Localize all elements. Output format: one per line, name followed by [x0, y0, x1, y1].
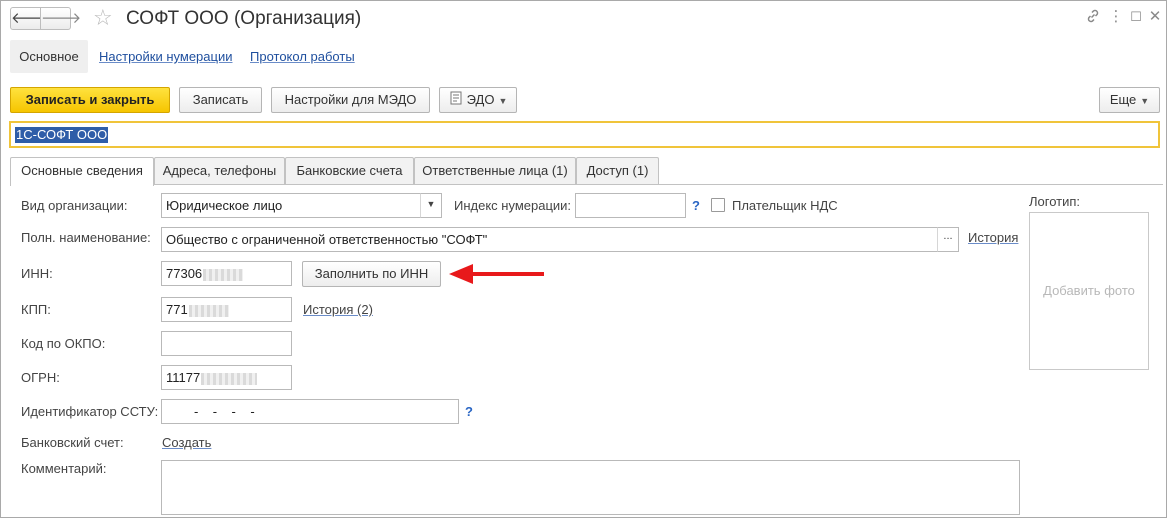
inn-value: 77306	[166, 266, 203, 281]
window-title: СОФТ ООО (Организация)	[126, 8, 362, 29]
medo-settings-button[interactable]: Настройки для МЭДО	[271, 87, 430, 113]
help-icon[interactable]: ?	[692, 198, 700, 214]
window-frame: 🡐 🡒 ☆ СОФТ ООО (Организация) ⋮ ☐ ✕ Основ…	[0, 0, 1167, 518]
logo-image-area[interactable]: Добавить фото	[1029, 212, 1149, 370]
star-icon[interactable]: ☆	[93, 5, 113, 31]
short-name-field[interactable]: 1С-СОФТ ООО	[9, 121, 1160, 148]
save-button[interactable]: Записать	[179, 87, 262, 113]
link-icon[interactable]	[1084, 8, 1102, 29]
chevron-down-icon: ▼	[1140, 96, 1150, 106]
redacted-mark	[201, 372, 258, 385]
sstu-input[interactable]: - - - -	[161, 399, 459, 424]
kpp-label: КПП:	[21, 302, 51, 317]
more-menu-icon[interactable]: ⋮	[1107, 8, 1125, 26]
vat-payer-checkbox[interactable]	[711, 198, 725, 212]
ogrn-label: ОГРН:	[21, 370, 60, 385]
redacted-mark	[203, 268, 244, 281]
kpp-input[interactable]: 771	[161, 297, 292, 322]
comment-textarea[interactable]	[161, 460, 1020, 515]
tab-bank-accounts[interactable]: Банковские счета	[285, 157, 414, 185]
sstu-label: Идентификатор ССТУ:	[21, 404, 159, 419]
add-photo-hint: Добавить фото	[1043, 283, 1135, 298]
short-name-value: 1С-СОФТ ООО	[15, 127, 109, 143]
fill-by-inn-button[interactable]: Заполнить по ИНН	[302, 261, 441, 287]
edo-button[interactable]: ЭДО ▼	[439, 87, 517, 113]
chevron-down-icon[interactable]: ▼	[420, 193, 442, 218]
edo-button-label: ЭДО	[466, 92, 495, 107]
numbering-index-label: Индекс нумерации:	[454, 198, 572, 213]
help-icon[interactable]: ?	[465, 404, 473, 420]
ogrn-value: 11177	[166, 370, 201, 385]
more-button-label: Еще	[1109, 92, 1137, 107]
redacted-mark	[188, 304, 229, 317]
create-bank-account-link[interactable]: Создать	[162, 435, 211, 451]
comment-label: Комментарий:	[21, 461, 107, 476]
inn-label: ИНН:	[21, 266, 53, 281]
more-button[interactable]: Еще ▼	[1099, 87, 1160, 113]
close-icon[interactable]: ✕	[1146, 8, 1164, 26]
arrow-right-icon: 🡒	[41, 10, 82, 27]
numbering-index-input[interactable]	[575, 193, 686, 218]
inn-input[interactable]: 77306	[161, 261, 292, 286]
kpp-value: 771	[166, 302, 188, 317]
vat-payer-label: Плательщик НДС	[732, 198, 838, 213]
forward-button[interactable]: 🡒	[40, 7, 81, 30]
logo-label: Логотип:	[1029, 194, 1081, 209]
tab-addresses[interactable]: Адреса, телефоны	[154, 157, 285, 185]
tab-basic-info[interactable]: Основные сведения	[10, 157, 154, 186]
kpp-history-link[interactable]: История (2)	[303, 302, 373, 318]
tab-responsible-persons[interactable]: Ответственные лица (1)	[414, 157, 576, 185]
section-numbering-link[interactable]: Настройки нумерации	[99, 49, 233, 65]
org-type-label: Вид организации:	[21, 198, 128, 213]
full-name-input[interactable]: Общество с ограниченной ответственностью…	[161, 227, 938, 252]
okpo-input[interactable]	[161, 331, 292, 356]
ogrn-input[interactable]: 11177	[161, 365, 292, 390]
back-button[interactable]: 🡐	[10, 7, 51, 30]
red-arrow-annotation	[449, 264, 544, 284]
bank-account-label: Банковский счет:	[21, 435, 124, 450]
section-log-link[interactable]: Протокол работы	[250, 49, 355, 65]
save-and-close-button[interactable]: Записать и закрыть	[10, 87, 170, 113]
maximize-icon[interactable]: ☐	[1127, 8, 1145, 26]
chevron-down-icon: ▼	[498, 96, 508, 106]
tab-access[interactable]: Доступ (1)	[576, 157, 659, 185]
full-name-label: Полн. наименование:	[21, 230, 151, 245]
edo-doc-icon	[449, 89, 463, 113]
org-type-select[interactable]: Юридическое лицо	[161, 193, 421, 218]
full-name-history-link[interactable]: История	[968, 230, 1018, 246]
section-main[interactable]: Основное	[10, 40, 88, 73]
ellipsis-button[interactable]: ...	[937, 227, 959, 252]
okpo-label: Код по ОКПО:	[21, 336, 106, 351]
link-icon-svg	[1087, 9, 1099, 23]
